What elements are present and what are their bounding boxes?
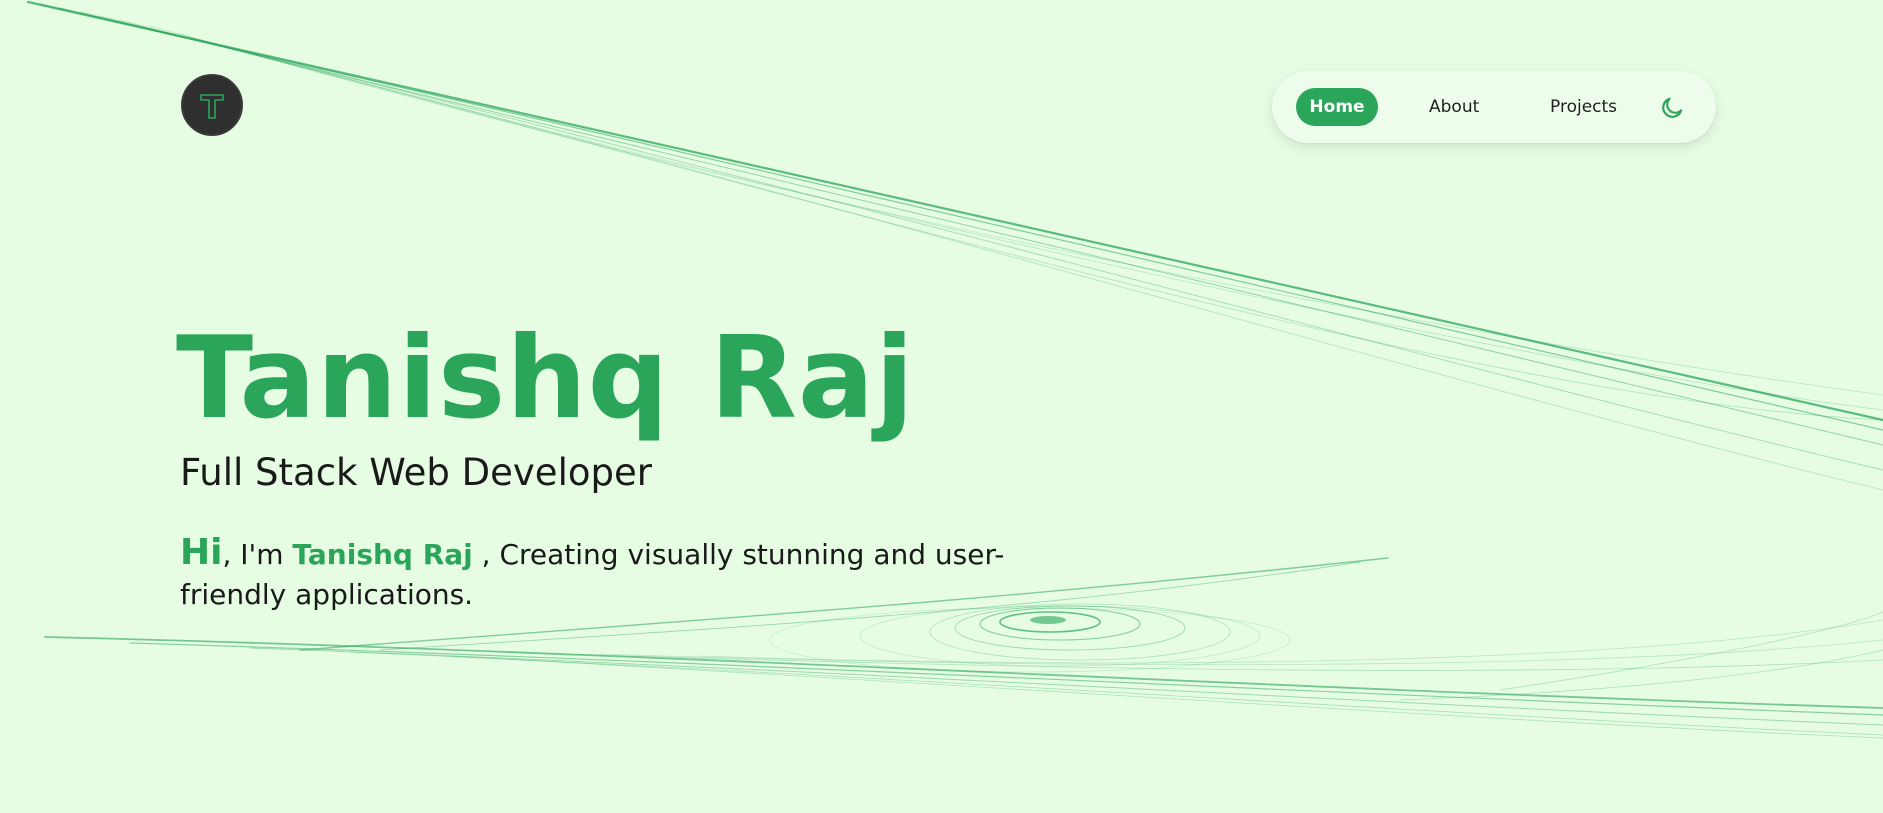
hero-intro-text: Hi, I'm Tanishq Raj , Creating visually … <box>180 533 1040 615</box>
hero-name-heading: Tanishq Raj <box>176 312 915 444</box>
nav-home-button[interactable]: Home <box>1296 88 1378 126</box>
theme-toggle-button[interactable] <box>1657 93 1687 123</box>
hero-role-subtitle: Full Stack Web Developer <box>180 451 652 494</box>
t-letter-logo-icon <box>200 94 224 119</box>
main-nav: Home About Projects <box>1272 71 1716 143</box>
site-logo[interactable] <box>181 74 243 136</box>
intro-name: Tanishq Raj <box>292 538 473 571</box>
nav-about-link[interactable]: About <box>1429 88 1479 126</box>
nav-projects-link[interactable]: Projects <box>1550 88 1617 126</box>
intro-im: , I'm <box>222 538 293 571</box>
intro-hi: Hi <box>180 532 223 573</box>
moon-icon <box>1662 97 1683 118</box>
